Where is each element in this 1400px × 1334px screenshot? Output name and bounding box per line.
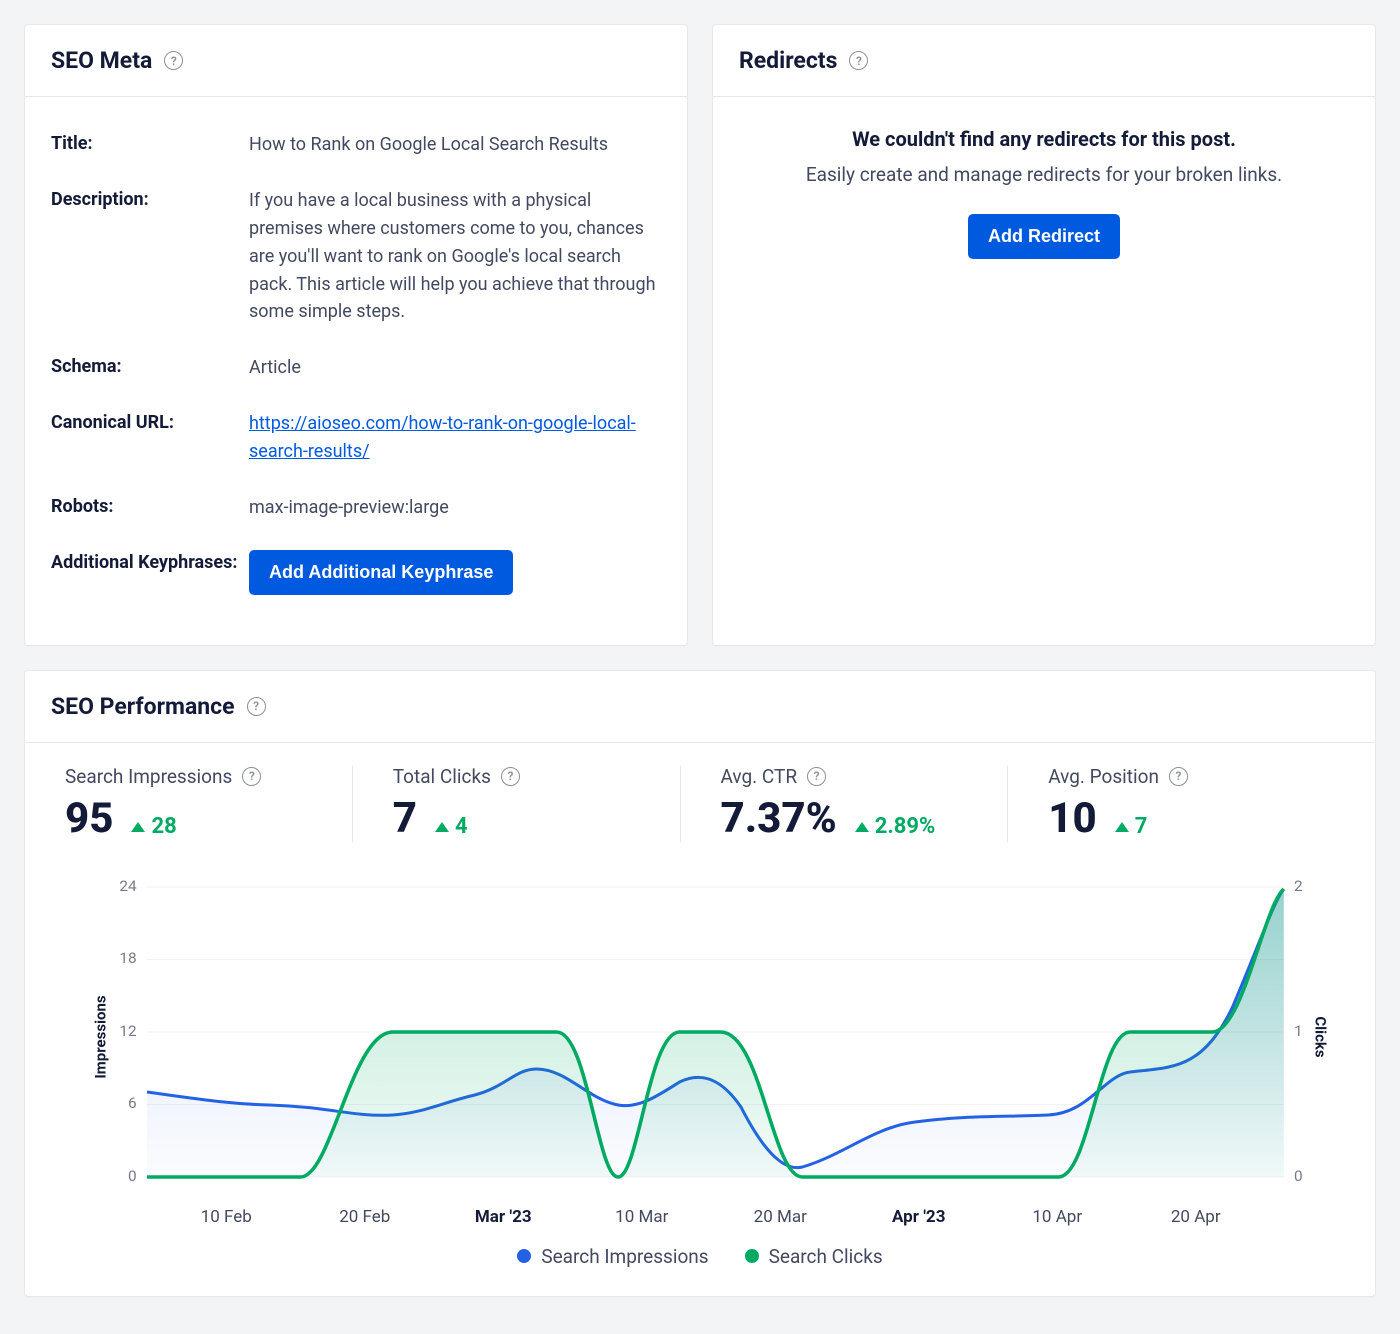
seo-performance-card: SEO Performance Search Impressions 95 28 [24, 670, 1376, 1297]
meta-label: Description: [51, 187, 249, 212]
x-tick: Mar '23 [434, 1207, 573, 1227]
seo-performance-title: SEO Performance [51, 693, 235, 720]
meta-row-title: Title: How to Rank on Google Local Searc… [51, 117, 661, 173]
svg-text:1: 1 [1294, 1022, 1303, 1040]
performance-chart: Impressions Clicks [25, 853, 1375, 1296]
stat-delta: 28 [131, 814, 176, 839]
help-icon[interactable] [1169, 767, 1188, 786]
stat-value: 95 [65, 794, 113, 843]
add-keyphrase-button[interactable]: Add Additional Keyphrase [249, 550, 513, 595]
canonical-link[interactable]: https://aioseo.com/how-to-rank-on-google… [249, 413, 636, 462]
x-axis-ticks: 10 Feb 20 Feb Mar '23 10 Mar 20 Mar Apr … [65, 1197, 1335, 1227]
legend-label: Search Impressions [541, 1245, 708, 1268]
y-axis-right-label: Clicks [1311, 1016, 1329, 1057]
redirects-empty-sub: Easily create and manage redirects for y… [739, 163, 1349, 186]
add-redirect-button[interactable]: Add Redirect [968, 214, 1120, 259]
help-icon[interactable] [247, 697, 266, 716]
help-icon[interactable] [242, 767, 261, 786]
x-tick: 20 Mar [711, 1207, 850, 1227]
meta-row-schema: Schema: Article [51, 340, 661, 396]
performance-stats: Search Impressions 95 28 Total Clicks [25, 743, 1375, 853]
meta-row-canonical: Canonical URL: https://aioseo.com/how-to… [51, 396, 661, 480]
stat-ctr: Avg. CTR 7.37% 2.89% [680, 765, 1008, 843]
help-icon[interactable] [164, 51, 183, 70]
stat-value: 10 [1048, 794, 1096, 843]
meta-label: Title: [51, 131, 249, 156]
stat-delta: 4 [435, 814, 468, 839]
x-tick: 10 Feb [157, 1207, 296, 1227]
seo-meta-header: SEO Meta [25, 25, 687, 97]
redirects-empty-title: We couldn't find any redirects for this … [739, 127, 1349, 151]
chart-legend: Search Impressions Search Clicks [65, 1227, 1335, 1268]
seo-performance-header: SEO Performance [25, 671, 1375, 743]
y-axis-left-label: Impressions [92, 995, 110, 1078]
meta-value: https://aioseo.com/how-to-rank-on-google… [249, 410, 661, 466]
svg-text:0: 0 [1294, 1167, 1303, 1185]
redirects-card: Redirects We couldn't find any redirects… [712, 24, 1376, 646]
caret-up-icon [855, 822, 869, 832]
x-tick: 10 Mar [573, 1207, 712, 1227]
stat-position: Avg. Position 10 7 [1007, 765, 1335, 843]
stat-label: Search Impressions [65, 765, 232, 788]
x-tick: 20 Feb [296, 1207, 435, 1227]
meta-value: If you have a local business with a phys… [249, 187, 661, 326]
stat-label: Avg. CTR [721, 765, 798, 788]
svg-text:0: 0 [128, 1167, 137, 1185]
legend-impressions[interactable]: Search Impressions [517, 1245, 708, 1268]
svg-text:6: 6 [128, 1094, 137, 1112]
redirects-title: Redirects [739, 47, 837, 74]
meta-label: Additional Keyphrases: [51, 550, 249, 575]
caret-up-icon [1115, 822, 1129, 832]
seo-meta-card: SEO Meta Title: How to Rank on Google Lo… [24, 24, 688, 646]
meta-label: Robots: [51, 494, 249, 519]
stat-impressions: Search Impressions 95 28 [65, 765, 352, 843]
stat-label: Total Clicks [393, 765, 491, 788]
redirects-header: Redirects [713, 25, 1375, 97]
meta-value: Article [249, 354, 661, 382]
help-icon[interactable] [849, 51, 868, 70]
svg-text:18: 18 [119, 949, 136, 967]
legend-dot-icon [745, 1249, 759, 1263]
caret-up-icon [131, 822, 145, 832]
meta-row-description: Description: If you have a local busines… [51, 173, 661, 340]
legend-label: Search Clicks [769, 1245, 883, 1268]
help-icon[interactable] [501, 767, 520, 786]
meta-label: Canonical URL: [51, 410, 249, 435]
stat-clicks: Total Clicks 7 4 [352, 765, 680, 843]
stat-delta: 2.89% [855, 814, 936, 839]
legend-dot-icon [517, 1249, 531, 1263]
x-tick: 10 Apr [988, 1207, 1127, 1227]
stat-value: 7.37% [721, 794, 837, 843]
meta-row-robots: Robots: max-image-preview:large [51, 480, 661, 536]
meta-row-keyphrases: Additional Keyphrases: Add Additional Ke… [51, 536, 661, 609]
x-tick: 20 Apr [1127, 1207, 1266, 1227]
meta-label: Schema: [51, 354, 249, 379]
meta-value: max-image-preview:large [249, 494, 661, 522]
seo-meta-title: SEO Meta [51, 47, 152, 74]
x-tick: Apr '23 [850, 1207, 989, 1227]
caret-up-icon [435, 822, 449, 832]
svg-text:12: 12 [119, 1022, 136, 1040]
chart-svg: 0 6 12 18 24 0 1 2 [65, 877, 1335, 1197]
stat-value: 7 [393, 794, 417, 843]
svg-text:24: 24 [119, 877, 137, 895]
meta-value: How to Rank on Google Local Search Resul… [249, 131, 661, 159]
legend-clicks[interactable]: Search Clicks [745, 1245, 883, 1268]
help-icon[interactable] [807, 767, 826, 786]
svg-text:2: 2 [1294, 877, 1303, 895]
stat-label: Avg. Position [1048, 765, 1159, 788]
stat-delta: 7 [1115, 814, 1148, 839]
